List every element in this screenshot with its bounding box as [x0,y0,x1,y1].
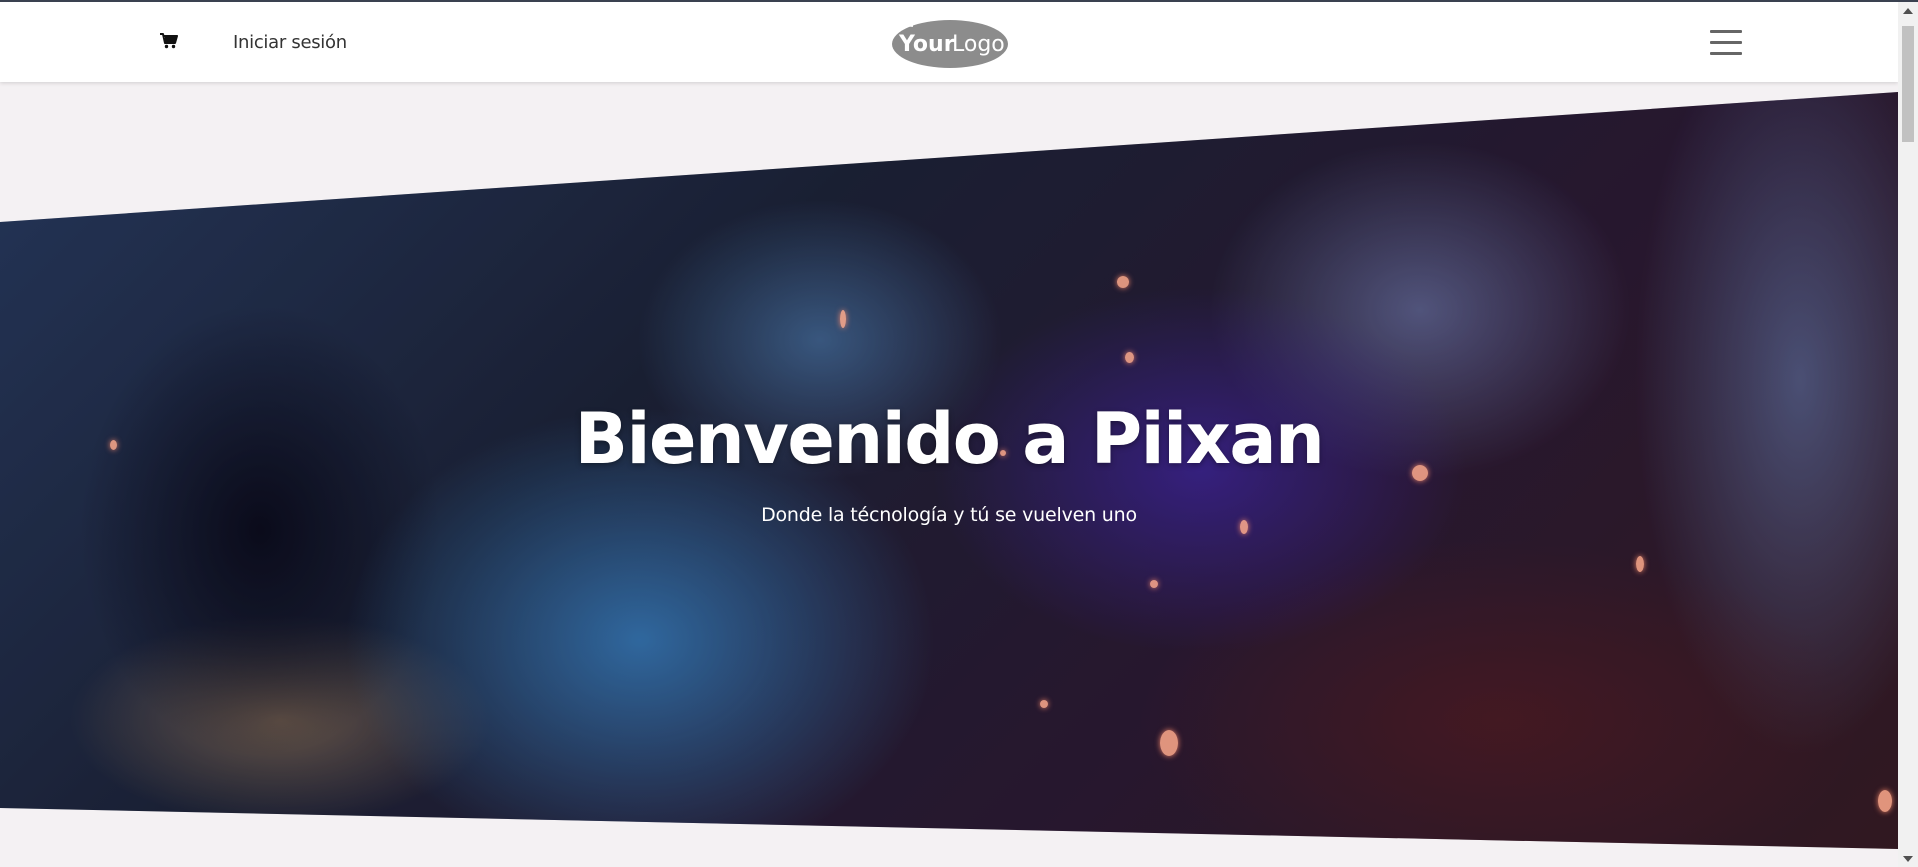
site-logo[interactable]: Your Logo [889,18,1011,70]
caret-up-icon [1903,7,1913,14]
scroll-down-arrow[interactable] [1898,850,1918,867]
window-top-border [0,0,1918,2]
scrollbar-thumb[interactable] [1902,26,1914,142]
hero-subtitle: Donde la técnología y tú se vuelven uno [761,504,1137,526]
hamburger-menu-icon-line-3 [1710,52,1742,55]
hamburger-menu-button[interactable] [1710,28,1744,58]
caret-down-icon [1903,855,1913,862]
cart-button[interactable] [156,28,182,54]
logo-image: Your Logo [892,20,1008,68]
spark-decoration [1636,556,1644,572]
hamburger-menu-icon-line-1 [1710,30,1742,33]
scroll-up-arrow[interactable] [1898,2,1918,19]
hero-title: Bienvenido a Piixan [574,398,1325,480]
hero-banner: Bienvenido a Piixan Donde la técnología … [0,92,1898,849]
logo-text-your: Your [898,32,955,57]
spark-decoration [1878,790,1892,812]
spark-decoration [1150,580,1158,588]
shopping-cart-icon [160,33,178,49]
spark-decoration [840,310,846,328]
hamburger-menu-icon-line-2 [1710,41,1742,44]
top-navbar: Iniciar sesión Your Logo [0,2,1898,82]
spark-decoration [1117,276,1129,288]
page: Iniciar sesión Your Logo Bienvenido a Pi… [0,0,1918,867]
spark-decoration [1125,352,1134,363]
vertical-scrollbar[interactable] [1898,2,1918,867]
spark-decoration [1040,700,1048,708]
logo-text-logo: Logo [952,32,1005,57]
spark-decoration [1160,730,1178,756]
login-link[interactable]: Iniciar sesión [233,32,347,53]
